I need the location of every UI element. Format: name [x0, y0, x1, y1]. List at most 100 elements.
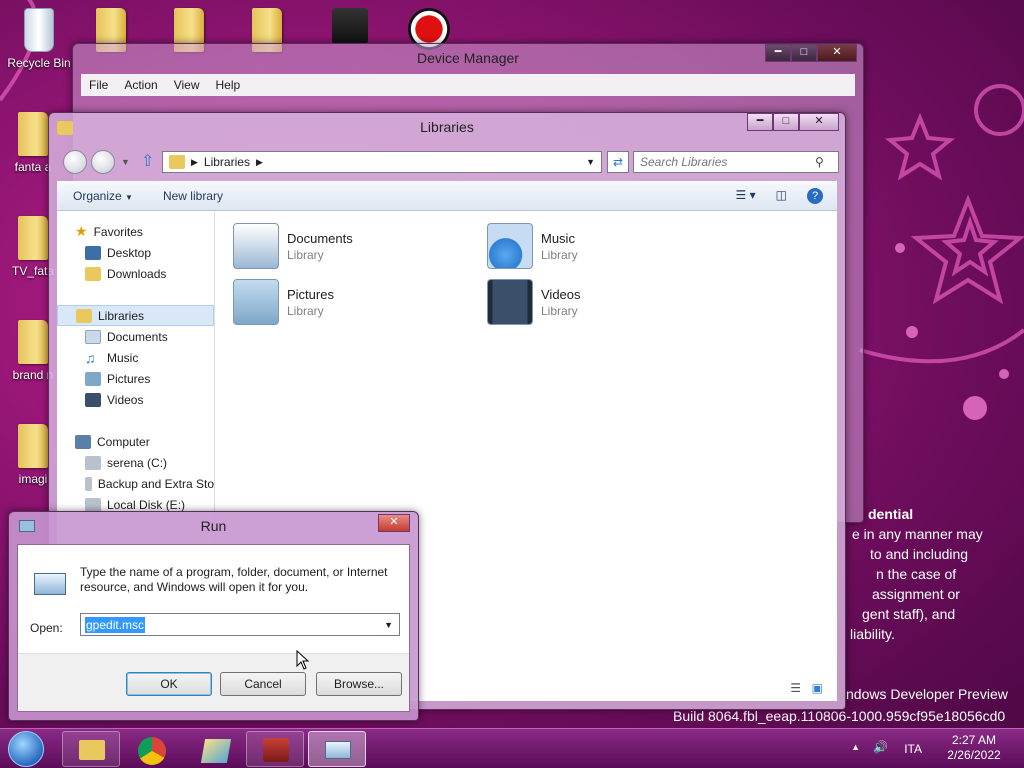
browse-button[interactable]: Browse... — [316, 672, 402, 696]
library-type: Library — [287, 248, 324, 262]
maximize-button[interactable]: □ — [791, 44, 817, 62]
breadcrumb-chevron-icon[interactable]: ▶ — [256, 157, 263, 168]
menu-item-view[interactable]: View — [174, 78, 200, 92]
recent-pages-icon[interactable]: ▼ — [121, 157, 130, 167]
new-library-button[interactable]: New library — [163, 189, 223, 203]
button-area: OK Cancel Browse... — [18, 653, 409, 711]
breadcrumb[interactable]: Libraries — [204, 155, 250, 169]
language-indicator[interactable]: ITA — [904, 742, 922, 756]
large-icons-view-icon[interactable]: ▣ — [812, 681, 823, 695]
up-arrow-icon[interactable]: ⇧ — [141, 151, 154, 171]
maximize-button[interactable]: □ — [773, 113, 799, 131]
library-music[interactable]: Music Library — [487, 223, 707, 273]
refresh-icon[interactable]: ⇄ — [607, 151, 629, 173]
sidebar-item-computer[interactable]: Computer — [57, 431, 214, 452]
documents-library-icon — [233, 223, 279, 269]
close-button[interactable]: ✕ — [817, 44, 857, 62]
chrome-icon — [138, 737, 166, 765]
open-input[interactable]: gpedit.msc — [85, 616, 146, 633]
videos-library-icon — [487, 279, 533, 325]
sidebar-item-libraries[interactable]: Libraries — [57, 305, 214, 326]
library-documents[interactable]: Documents Library — [233, 223, 453, 273]
help-icon[interactable]: ? — [807, 187, 823, 204]
run-dialog-body: Type the name of a program, folder, docu… — [17, 544, 410, 712]
caption-buttons: ━ □ ✕ — [765, 44, 857, 62]
music-note-icon: ♫ — [85, 349, 96, 366]
taskbar-chrome[interactable] — [122, 731, 180, 767]
library-videos[interactable]: Videos Library — [487, 279, 707, 329]
taskbar-app[interactable] — [186, 731, 244, 767]
close-button[interactable]: ✕ — [799, 113, 839, 131]
forward-button[interactable] — [91, 150, 115, 174]
minimize-button[interactable]: ━ — [765, 44, 791, 62]
clock[interactable]: 2:27 AM 2/26/2022 — [934, 733, 1014, 763]
address-bar[interactable]: ▶ Libraries ▶ ▼ — [162, 151, 602, 173]
search-icon[interactable]: ⚲ — [815, 155, 824, 169]
cancel-button[interactable]: Cancel — [220, 672, 306, 696]
close-button[interactable]: ✕ — [378, 514, 410, 532]
navigation-bar: ▼ ⇧ ▶ Libraries ▶ ▼ ⇄ ⚲ — [57, 149, 839, 175]
star-shape — [910, 194, 1024, 305]
minimize-button[interactable]: ━ — [747, 113, 773, 131]
sidebar-item-desktop[interactable]: Desktop — [57, 242, 214, 263]
library-name: Music — [541, 231, 575, 246]
folder-icon — [18, 424, 48, 468]
watermark-build: Build 8064.fbl_eeap.110806-1000.959cf95e… — [673, 708, 1006, 724]
desktop-icon-label: fanta a — [14, 160, 52, 174]
run-dialog[interactable]: Run ✕ Type the name of a program, folder… — [8, 511, 419, 721]
open-label: Open: — [30, 621, 63, 635]
address-dropdown-icon[interactable]: ▼ — [586, 157, 595, 167]
start-button[interactable] — [8, 731, 44, 767]
search-box[interactable]: ⚲ — [633, 151, 839, 173]
sidebar-item-label: Music — [107, 350, 139, 365]
run-icon — [325, 741, 351, 759]
menu-item-action[interactable]: Action — [124, 78, 157, 92]
folder-icon — [18, 216, 48, 260]
star-icon: ★ — [75, 223, 88, 239]
search-input[interactable] — [640, 155, 815, 169]
sidebar-item-videos[interactable]: Videos — [57, 389, 214, 410]
clapperboard-icon[interactable] — [332, 8, 368, 44]
details-view-icon[interactable]: ☰ — [790, 681, 801, 695]
taskbar-explorer[interactable] — [62, 731, 120, 767]
ok-button[interactable]: OK — [126, 672, 212, 696]
library-type: Library — [287, 304, 324, 318]
desktop-icon-recycle-bin[interactable]: Recycle Bin — [4, 8, 74, 70]
show-hidden-icons-icon[interactable]: ▲ — [851, 742, 860, 752]
sidebar-item-backup-drive[interactable]: Backup and Extra Sto — [57, 473, 214, 494]
watermark-line: gent staff), and — [862, 606, 956, 622]
run-program-icon — [34, 573, 66, 595]
library-type: Library — [541, 248, 578, 262]
folder-icon — [79, 740, 105, 760]
view-options-icon[interactable]: ☰ ▾ — [736, 188, 756, 204]
run-description: Type the name of a program, folder, docu… — [80, 565, 388, 594]
app-icon — [200, 739, 232, 763]
sidebar-item-label: Videos — [107, 392, 144, 407]
taskbar: ▲ 🔊 ITA 2:27 AM 2/26/2022 — [0, 728, 1024, 768]
open-combobox[interactable]: gpedit.msc ▼ — [80, 613, 400, 636]
sidebar-item-documents[interactable]: Documents — [57, 326, 214, 347]
library-pictures[interactable]: Pictures Library — [233, 279, 453, 329]
folder-icon — [18, 112, 48, 156]
watermark-line: assignment or — [872, 586, 960, 602]
chevron-down-icon[interactable]: ▼ — [384, 620, 393, 630]
taskbar-run[interactable] — [308, 731, 366, 767]
sidebar-item-music[interactable]: ♫ Music — [57, 347, 214, 368]
taskbar-device-manager[interactable] — [246, 731, 304, 767]
sidebar-item-favorites[interactable]: ★ Favorites — [57, 221, 214, 242]
sidebar-item-label: Downloads — [107, 266, 167, 281]
preview-pane-icon[interactable]: ◫ — [776, 188, 787, 204]
sidebar-item-pictures[interactable]: Pictures — [57, 368, 214, 389]
menu-item-help[interactable]: Help — [216, 78, 241, 92]
watermark-line: liability. — [850, 626, 895, 642]
volume-icon[interactable]: 🔊 — [873, 740, 888, 754]
back-button[interactable] — [63, 150, 87, 174]
sidebar-item-downloads[interactable]: Downloads — [57, 263, 214, 284]
pictures-library-icon — [233, 279, 279, 325]
menu-item-file[interactable]: File — [89, 78, 108, 92]
sidebar-item-drive-c[interactable]: serena (C:) — [57, 452, 214, 473]
library-name: Videos — [541, 287, 581, 302]
recycle-bin-icon — [24, 8, 54, 52]
organize-button[interactable]: Organize ▼ — [73, 189, 133, 203]
computer-icon — [75, 434, 91, 449]
